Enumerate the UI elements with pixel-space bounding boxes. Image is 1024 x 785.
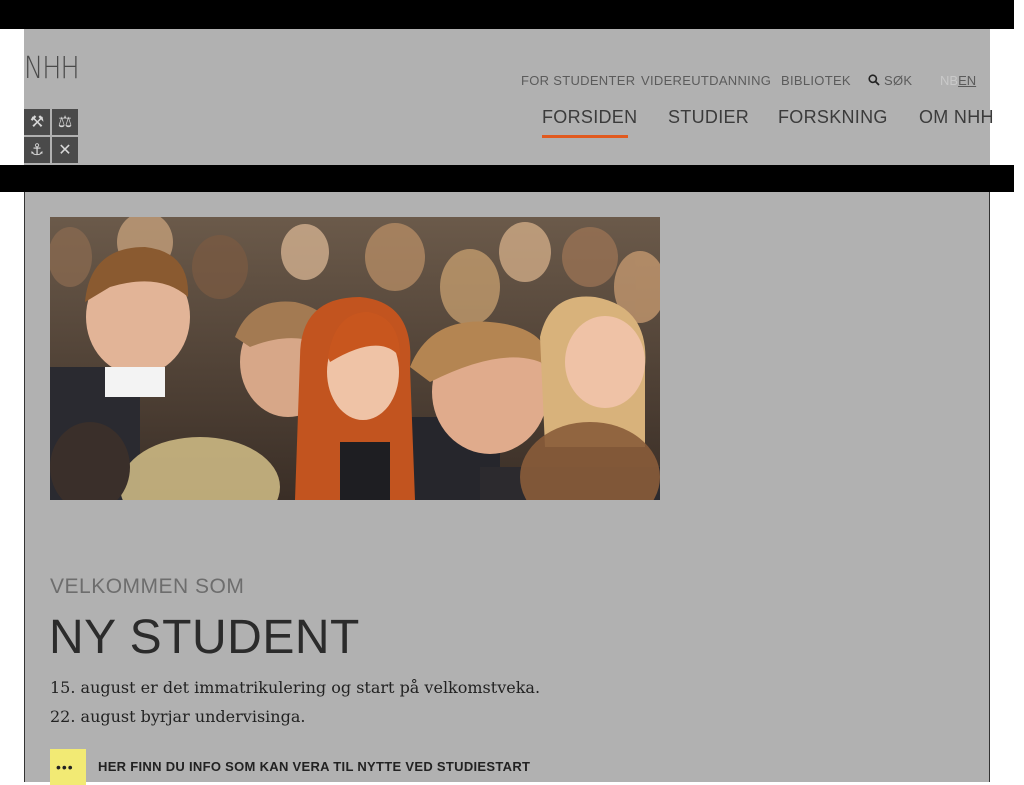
link-for-studenter[interactable]: FOR STUDENTER <box>521 73 635 89</box>
ship-icon: ✕ <box>52 137 78 163</box>
page-title: NY STUDENT <box>49 611 360 664</box>
search-label: SØK <box>884 73 913 88</box>
nhh-logo[interactable]: NHH <box>24 51 80 86</box>
lang-en[interactable]: EN <box>958 73 976 88</box>
welcome-kicker: VELKOMMEN SOM <box>50 575 245 598</box>
nav-studier[interactable]: STUDIER <box>668 107 749 128</box>
intro-line-1: 15. august er det immatrikulering og sta… <box>50 678 541 697</box>
hammers-icon: ⚒ <box>24 109 50 135</box>
lang-nb[interactable]: NB <box>940 73 958 88</box>
nav-om-nhh[interactable]: OM NHH <box>919 107 994 128</box>
nhh-crest[interactable]: ⚒ ⚖ ⚓ ✕ <box>24 109 80 165</box>
dots-icon: ••• <box>56 759 74 775</box>
link-videreutdanning[interactable]: VIDEREUTDANNING <box>641 73 771 89</box>
hero-image-students <box>50 217 660 500</box>
intro-line-2: 22. august byrjar undervisinga. <box>50 707 306 726</box>
scales-icon: ⚖ <box>52 109 78 135</box>
mid-black-bar <box>0 165 1014 192</box>
active-nav-indicator <box>542 135 628 138</box>
info-link[interactable]: HER FINN DU INFO SOM KAN VERA TIL NYTTE … <box>98 759 530 774</box>
site-header: NHH ⚒ ⚖ ⚓ ✕ FOR STUDENTER VIDEREUTDANNIN… <box>24 29 993 165</box>
nav-forsiden[interactable]: FORSIDEN <box>542 107 637 128</box>
anchor-icon: ⚓ <box>24 137 50 163</box>
link-bibliotek[interactable]: BIBLIOTEK <box>781 73 851 89</box>
language-switch: NBEN <box>940 73 976 88</box>
main-content: VELKOMMEN SOM NY STUDENT 15. august er d… <box>24 192 990 785</box>
search-icon <box>868 74 880 86</box>
top-black-bar <box>0 0 1014 29</box>
nav-forskning[interactable]: FORSKNING <box>778 107 888 128</box>
info-icon[interactable]: ••• <box>50 749 86 785</box>
